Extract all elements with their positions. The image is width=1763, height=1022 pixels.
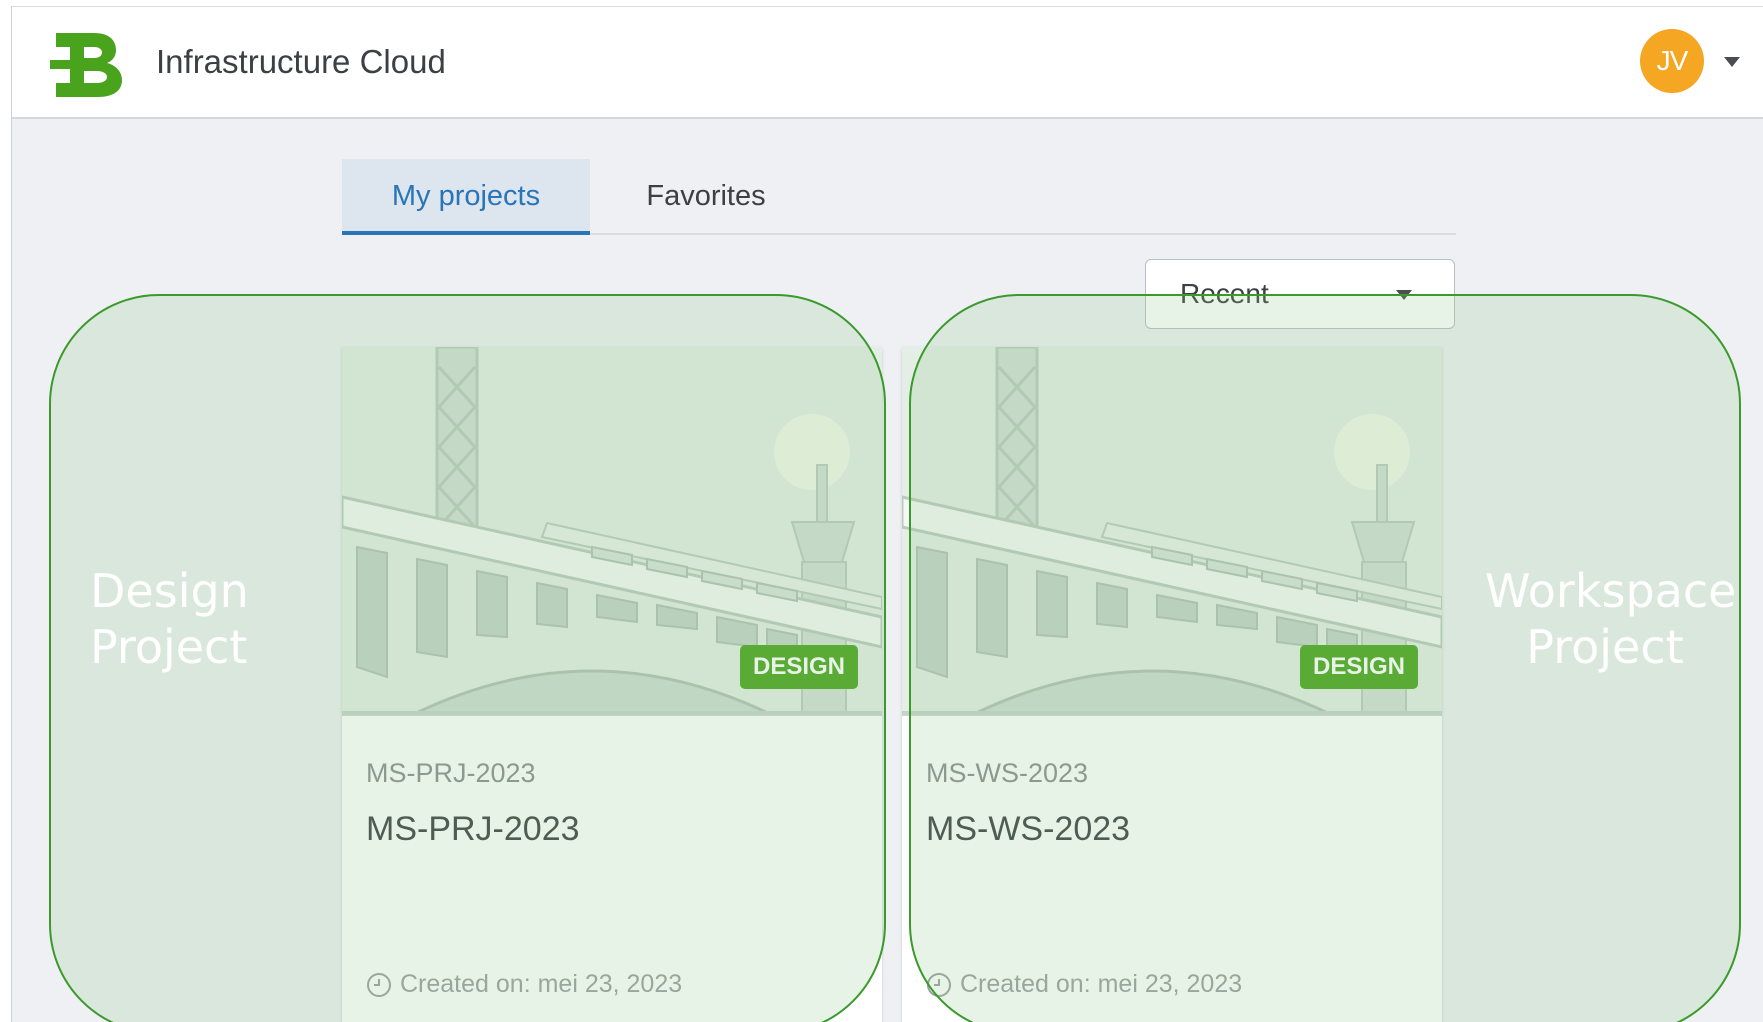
project-tabs: My projects Favorites [342, 159, 1456, 235]
workspace-project-annotation: Workspace Project [1485, 563, 1737, 675]
top-header: Infrastructure Cloud JV [12, 7, 1763, 119]
tab-my-projects[interactable]: My projects [342, 159, 590, 235]
app-window: Infrastructure Cloud JV My projects Favo… [11, 6, 1763, 1022]
design-project-annotation: Design Project [90, 563, 249, 675]
annotation-line: Workspace [1485, 564, 1737, 618]
tab-favorites[interactable]: Favorites [590, 159, 822, 233]
logo-b-icon[interactable] [50, 25, 130, 99]
annotation-line: Design [90, 564, 249, 618]
chevron-down-icon[interactable] [1724, 57, 1740, 67]
annotation-line: Project [1526, 620, 1684, 674]
user-avatar[interactable]: JV [1640, 29, 1704, 93]
annotation-line: Project [90, 620, 248, 674]
app-title: Infrastructure Cloud [156, 43, 446, 80]
